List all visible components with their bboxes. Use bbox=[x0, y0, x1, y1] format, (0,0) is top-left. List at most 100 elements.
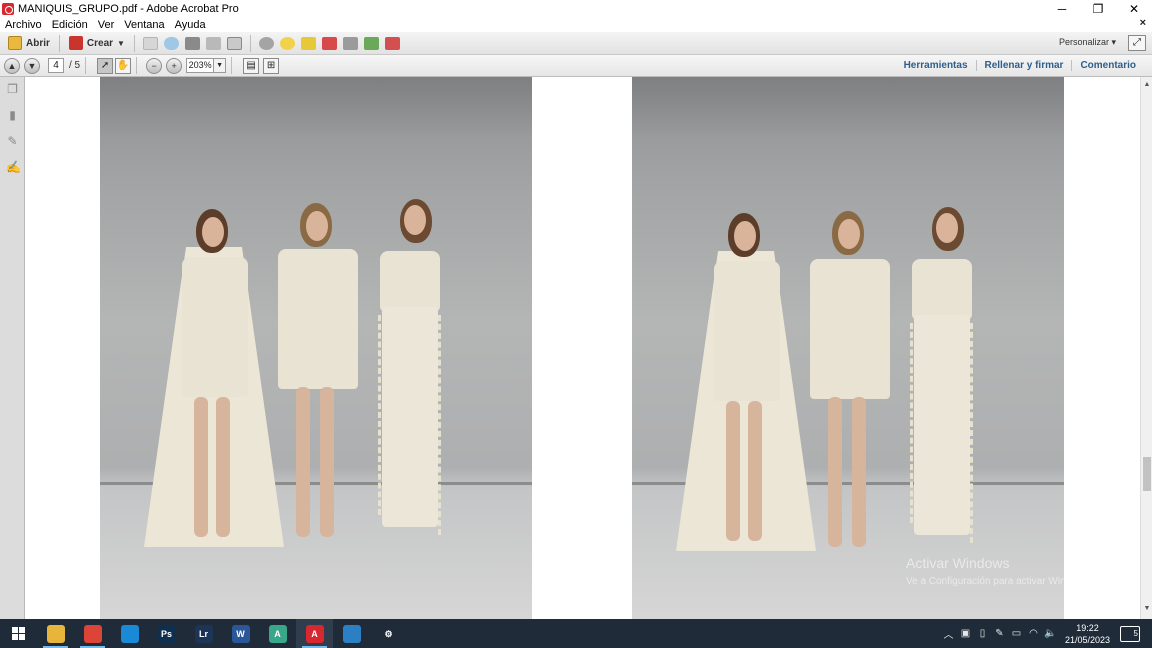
email-icon[interactable] bbox=[226, 36, 242, 50]
taskbar-file-explorer[interactable] bbox=[37, 619, 74, 648]
comment-link[interactable]: Comentario bbox=[1071, 60, 1144, 71]
fill-sign-link[interactable]: Rellenar y firmar bbox=[975, 60, 1072, 71]
open-button[interactable]: Abrir bbox=[4, 34, 54, 53]
folder-icon bbox=[8, 36, 22, 50]
create-button[interactable]: Crear ▼ bbox=[65, 34, 129, 53]
minimize-button[interactable]: ─ bbox=[1044, 0, 1080, 17]
document-view[interactable]: Activar Windows Ve a Configuración para … bbox=[26, 77, 1140, 619]
menu-edicion[interactable]: Edición bbox=[47, 19, 93, 31]
restore-button[interactable]: ❐ bbox=[1080, 0, 1116, 17]
acrobat-app-icon bbox=[2, 2, 14, 15]
extract-icon[interactable] bbox=[342, 36, 358, 50]
taskbar-word[interactable]: W bbox=[222, 619, 259, 648]
expand-icon[interactable]: ⤢ bbox=[1128, 35, 1146, 51]
start-button[interactable] bbox=[0, 619, 37, 648]
taskbar-chrome[interactable] bbox=[74, 619, 111, 648]
menu-ventana[interactable]: Ventana bbox=[119, 19, 169, 31]
edge-icon bbox=[120, 624, 139, 643]
highlight-icon[interactable] bbox=[300, 36, 316, 50]
taskbar-photoshop[interactable]: Ps bbox=[148, 619, 185, 648]
navigation-pane: ❐ ▮ ✎ ✍ bbox=[0, 77, 25, 619]
toolbar-separator bbox=[85, 57, 87, 74]
navigation-toolbar: ▲ ▼ 4 / 5 ➚ ✋ − + 203% ▼ ▤ ⊞ Herramienta… bbox=[0, 55, 1152, 77]
export-icon[interactable] bbox=[384, 36, 400, 50]
zoom-out-button[interactable]: − bbox=[146, 57, 163, 74]
window-title: MANIQUIS_GRUPO.pdf - Adobe Acrobat Pro bbox=[18, 2, 239, 15]
vertical-scrollbar[interactable]: ▲ ▼ bbox=[1140, 77, 1152, 619]
taskbar-access[interactable]: A bbox=[259, 619, 296, 648]
system-tray: ︿ ▣ ▯ ✎ ▭ ◠ 🔈 19:22 21/05/2023 5 bbox=[940, 619, 1152, 648]
scroll-thumb[interactable] bbox=[1143, 457, 1151, 491]
attachments-icon[interactable]: ✎ bbox=[6, 135, 19, 148]
task-panes: Herramientas Rellenar y firmar Comentari… bbox=[896, 55, 1144, 76]
cloud-upload-icon[interactable] bbox=[163, 36, 179, 50]
signatures-icon[interactable]: ✍ bbox=[6, 161, 21, 174]
comment-icon[interactable] bbox=[279, 36, 295, 50]
lightroom-icon: Lr bbox=[194, 624, 213, 643]
print-icon[interactable] bbox=[184, 36, 200, 50]
create-label: Crear bbox=[86, 37, 114, 49]
chevron-down-icon: ▼ bbox=[117, 38, 125, 48]
save-icon[interactable] bbox=[142, 36, 158, 50]
pages-icon[interactable]: ❐ bbox=[6, 83, 19, 96]
page-total: / 5 bbox=[69, 60, 81, 71]
page-number-input[interactable]: 4 bbox=[48, 58, 64, 73]
taskbar-photos[interactable] bbox=[333, 619, 370, 648]
bookmarks-icon[interactable]: ▮ bbox=[6, 109, 19, 122]
menu-ver[interactable]: Ver bbox=[93, 19, 120, 31]
notifications-icon[interactable]: 5 bbox=[1120, 625, 1140, 642]
zoom-level-input[interactable]: 203% bbox=[186, 58, 215, 73]
toolbar-separator bbox=[249, 34, 251, 52]
photo-left bbox=[100, 77, 532, 619]
create-pdf-icon bbox=[68, 36, 83, 50]
menu-ayuda[interactable]: Ayuda bbox=[170, 19, 211, 31]
menu-archivo[interactable]: Archivo bbox=[0, 19, 47, 31]
customize-dropdown[interactable]: Personalizar ▾ bbox=[1059, 37, 1116, 48]
activation-watermark-title: Activar Windows bbox=[906, 555, 1010, 571]
insert-icon[interactable] bbox=[363, 36, 379, 50]
windows-logo-icon bbox=[12, 627, 25, 640]
taskbar-lightroom[interactable]: Lr bbox=[185, 619, 222, 648]
taskbar-edge[interactable] bbox=[111, 619, 148, 648]
taskbar-acrobat[interactable]: A bbox=[296, 619, 333, 648]
select-tool-icon[interactable]: ➚ bbox=[97, 57, 114, 74]
toolbar-separator bbox=[58, 34, 60, 52]
fit-width-icon[interactable]: ⊞ bbox=[263, 57, 280, 74]
settings-app-icon: ⚙ bbox=[379, 624, 398, 643]
photoshop-icon: Ps bbox=[157, 624, 176, 643]
menu-bar: Archivo Edición Ver Ventana Ayuda × bbox=[0, 17, 1152, 32]
delete-page-icon[interactable] bbox=[321, 36, 337, 50]
acrobat-icon: A bbox=[305, 624, 324, 643]
clock[interactable]: 19:22 21/05/2023 bbox=[1065, 622, 1110, 646]
next-page-button[interactable]: ▼ bbox=[24, 57, 40, 74]
zoom-in-button[interactable]: + bbox=[166, 57, 183, 74]
chevron-up-icon[interactable]: ︿ bbox=[940, 626, 957, 641]
zoom-dropdown-icon[interactable]: ▼ bbox=[214, 58, 227, 73]
meet-now-icon[interactable]: ▣ bbox=[957, 628, 974, 639]
previous-page-button[interactable]: ▲ bbox=[4, 57, 20, 74]
fit-page-icon[interactable]: ▤ bbox=[243, 57, 260, 74]
edit-icon[interactable] bbox=[205, 36, 221, 50]
settings-icon[interactable] bbox=[258, 36, 274, 50]
wifi-icon[interactable]: ◠ bbox=[1025, 628, 1042, 639]
photo-right bbox=[632, 77, 1064, 619]
word-icon: W bbox=[231, 624, 250, 643]
main-toolbar: Abrir Crear ▼ Personalizar ▾ ⤢ bbox=[0, 32, 1152, 55]
volume-icon[interactable]: 🔈 bbox=[1042, 628, 1059, 639]
hand-tool-icon[interactable]: ✋ bbox=[115, 57, 132, 74]
taskbar-settings-app[interactable]: ⚙ bbox=[370, 619, 407, 648]
access-icon: A bbox=[268, 624, 287, 643]
scroll-down-icon[interactable]: ▼ bbox=[1142, 605, 1152, 615]
scroll-up-icon[interactable]: ▲ bbox=[1142, 81, 1152, 91]
activation-watermark-subtitle: Ve a Configuración para activar Windows. bbox=[906, 576, 1092, 587]
close-document-button[interactable]: × bbox=[1140, 17, 1146, 29]
close-button[interactable]: ✕ bbox=[1116, 0, 1152, 17]
toolbar-separator bbox=[133, 34, 135, 52]
usb-icon[interactable]: ▯ bbox=[974, 628, 991, 639]
tools-link[interactable]: Herramientas bbox=[896, 60, 976, 71]
file-explorer-icon bbox=[46, 624, 65, 643]
battery-icon[interactable]: ▭ bbox=[1008, 628, 1025, 639]
toolbar-separator bbox=[231, 57, 233, 74]
pen-icon[interactable]: ✎ bbox=[991, 628, 1008, 639]
windows-taskbar: Ps Lr W A A ⚙ ︿ ▣ ▯ ✎ ▭ ◠ 🔈 19:22 21/05/2023 … bbox=[0, 619, 1152, 648]
